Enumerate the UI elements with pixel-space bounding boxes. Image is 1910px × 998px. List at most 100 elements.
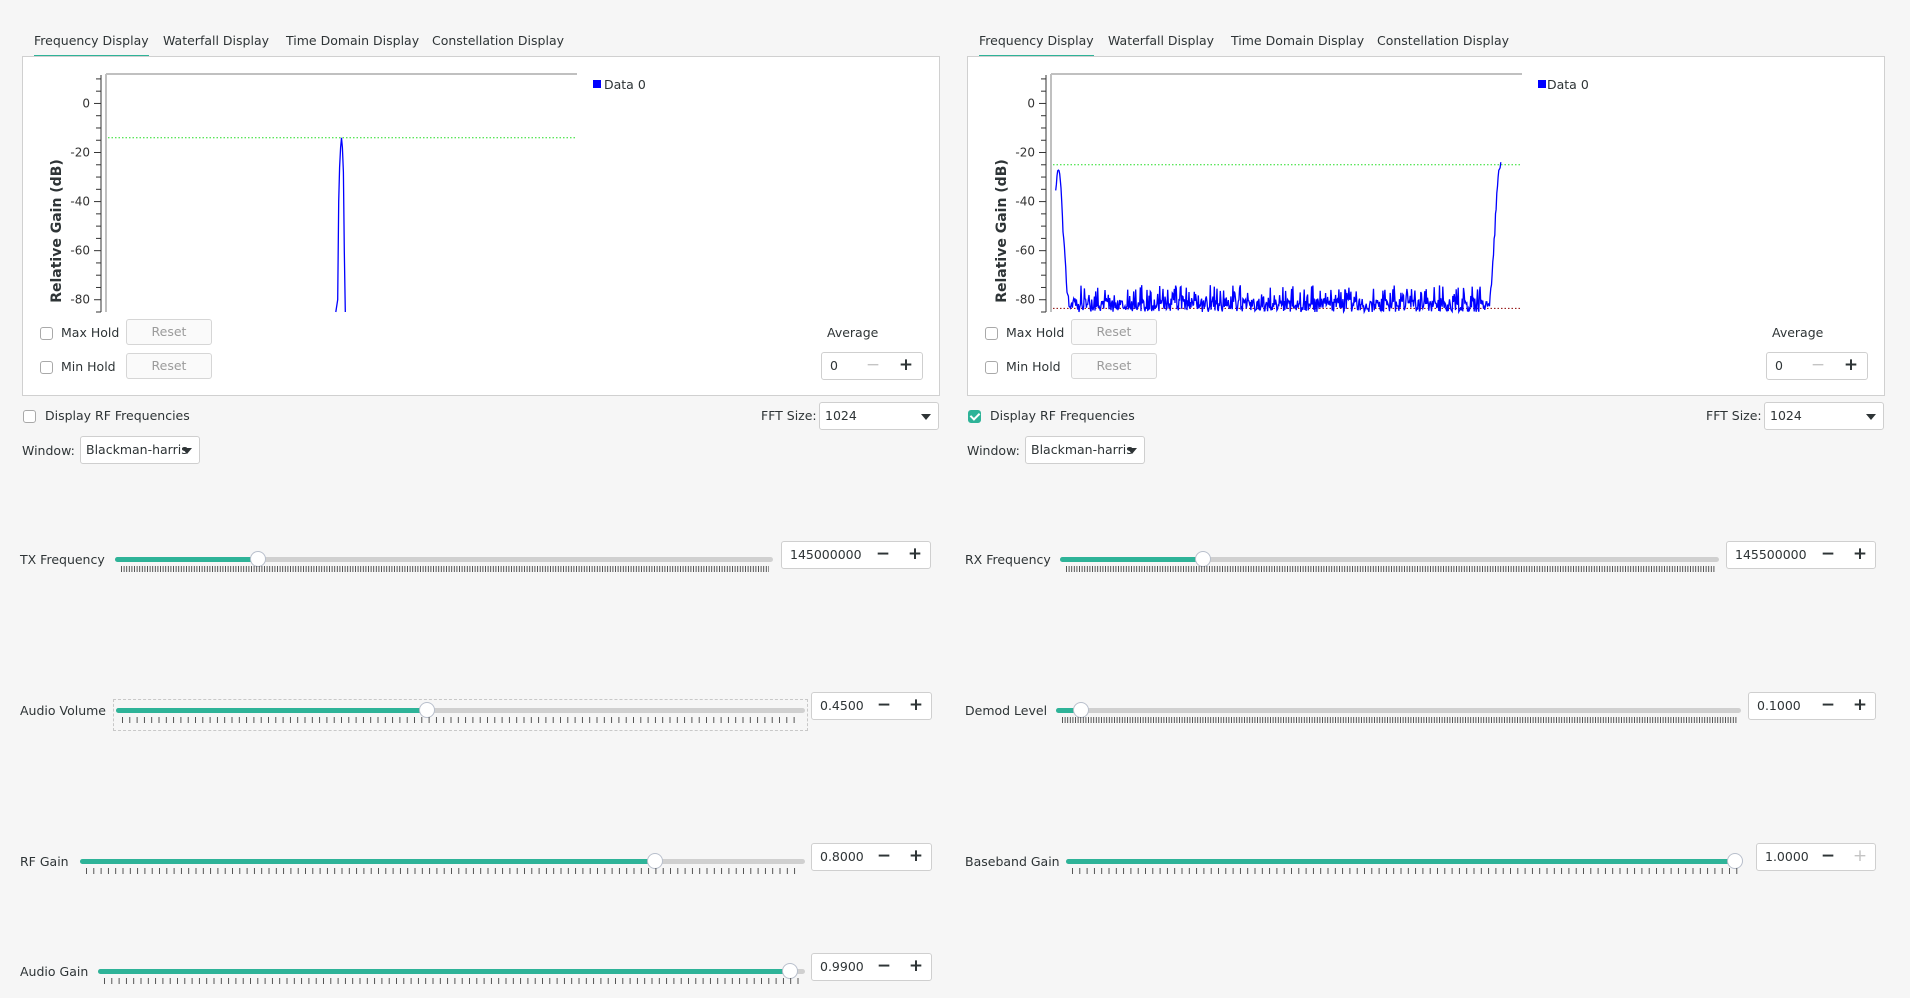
rx-frequency-slider[interactable] xyxy=(1060,551,1719,577)
demod-level-decrement-icon[interactable]: − xyxy=(1817,693,1839,719)
slider-handle[interactable] xyxy=(782,963,799,979)
rx-fft-size-select[interactable]: 1024 xyxy=(1764,402,1884,430)
rx-frequency-decrement-icon[interactable]: − xyxy=(1817,542,1839,568)
tx-tab-frequency-display[interactable]: Frequency Display xyxy=(34,30,149,58)
rx-tab-frequency-display[interactable]: Frequency Display xyxy=(979,30,1094,58)
tx-fft-size-label: FFT Size: xyxy=(761,408,817,423)
rf-gain-spinbox[interactable]: 0.8000− + xyxy=(811,843,932,871)
audio-gain-increment-icon[interactable]: + xyxy=(905,954,927,980)
spectrum-trace-data-0 xyxy=(1055,162,1502,315)
audio-volume-increment-icon[interactable]: + xyxy=(905,693,927,719)
rx-display-rf-checkbox[interactable] xyxy=(968,410,981,423)
tx-max-hold-checkbox[interactable] xyxy=(40,327,53,340)
slider-handle[interactable] xyxy=(1195,551,1212,567)
y-tick-label: -40 xyxy=(1015,195,1035,209)
baseband-gain-increment-icon[interactable]: + xyxy=(1849,844,1871,870)
audio-gain-spinbox[interactable]: 0.9900− + xyxy=(811,953,932,981)
tx-tab-constellation-display[interactable]: Constellation Display xyxy=(432,30,564,55)
slider-fill xyxy=(98,969,791,974)
slider-handle[interactable] xyxy=(418,702,435,718)
tx-average-increment-icon[interactable]: + xyxy=(895,353,917,379)
rx-max-hold-reset-button[interactable]: Reset xyxy=(1071,319,1157,345)
y-tick-label: -60 xyxy=(70,244,90,258)
rx-window-value: Blackman-harris xyxy=(1031,442,1133,457)
rf-gain-slider[interactable] xyxy=(80,853,805,879)
rf-gain-decrement-icon[interactable]: − xyxy=(873,844,895,870)
audio-volume-value[interactable]: 0.4500 xyxy=(820,693,864,719)
audio-volume-decrement-icon[interactable]: − xyxy=(873,693,895,719)
tx-frequency-value[interactable]: 145000000 xyxy=(790,542,862,568)
baseband-gain-value[interactable]: 1.0000 xyxy=(1765,844,1809,870)
rx-min-hold-reset-button[interactable]: Reset xyxy=(1071,353,1157,379)
tx-tab-waterfall-display[interactable]: Waterfall Display xyxy=(163,30,269,55)
rx-max-hold-checkbox[interactable] xyxy=(985,327,998,340)
slider-handle[interactable] xyxy=(1072,702,1089,718)
tx-average-spinbox[interactable]: 0 − + xyxy=(821,352,923,380)
demod-level-value[interactable]: 0.1000 xyxy=(1757,693,1801,719)
audio-gain-value[interactable]: 0.9900 xyxy=(820,954,864,980)
slider-ticks xyxy=(104,978,799,984)
tx-display-rf-checkbox[interactable] xyxy=(23,410,36,423)
tx-frequency-label: TX Frequency xyxy=(20,552,105,567)
audio-volume-slider[interactable] xyxy=(113,699,808,731)
tx-frequency-slider[interactable] xyxy=(115,551,773,577)
rx-frequency-increment-icon[interactable]: + xyxy=(1849,542,1871,568)
y-tick-label: 0 xyxy=(1027,96,1035,110)
rx-tab-waterfall-display[interactable]: Waterfall Display xyxy=(1108,30,1214,55)
tx-average-label: Average xyxy=(827,325,879,340)
rx-frequency-label: RX Frequency xyxy=(965,552,1051,567)
tx-frequency-decrement-icon[interactable]: − xyxy=(872,542,894,568)
tx-average-decrement-icon[interactable]: − xyxy=(862,353,884,379)
rx-min-hold-label: Min Hold xyxy=(1006,359,1061,374)
rx-window-select[interactable]: Blackman-harris xyxy=(1025,436,1145,464)
tx-min-hold-reset-button[interactable]: Reset xyxy=(126,353,212,379)
rx-min-hold-checkbox[interactable] xyxy=(985,361,998,374)
chevron-down-icon xyxy=(1866,414,1876,420)
tx-frequency-increment-icon[interactable]: + xyxy=(904,542,926,568)
demod-level-spinbox[interactable]: 0.1000− + xyxy=(1748,692,1876,720)
rx-average-value[interactable]: 0 xyxy=(1775,353,1783,379)
rf-gain-increment-icon[interactable]: + xyxy=(905,844,927,870)
demod-level-slider[interactable] xyxy=(1056,702,1741,728)
tx-frequency-spinbox[interactable]: 145000000− + xyxy=(781,541,931,569)
rx-frequency-value[interactable]: 145500000 xyxy=(1735,542,1807,568)
rf-gain-label: RF Gain xyxy=(20,854,69,869)
audio-gain-decrement-icon[interactable]: − xyxy=(873,954,895,980)
rx-tab-constellation-display[interactable]: Constellation Display xyxy=(1377,30,1509,55)
baseband-gain-spinbox[interactable]: 1.0000− + xyxy=(1756,843,1876,871)
rx-average-decrement-icon[interactable]: − xyxy=(1807,353,1829,379)
rx-average-spinbox[interactable]: 0 − + xyxy=(1766,352,1868,380)
tx-tab-time-domain-display[interactable]: Time Domain Display xyxy=(286,30,419,55)
slider-ticks xyxy=(1066,566,1715,572)
tx-average-value[interactable]: 0 xyxy=(830,353,838,379)
slider-handle[interactable] xyxy=(249,551,266,567)
rx-average-increment-icon[interactable]: + xyxy=(1840,353,1862,379)
rf-gain-value[interactable]: 0.8000 xyxy=(820,844,864,870)
tx-fft-size-select[interactable]: 1024 xyxy=(819,402,939,430)
y-tick-label: 0 xyxy=(82,96,90,110)
audio-volume-spinbox[interactable]: 0.4500− + xyxy=(811,692,932,720)
audio-gain-label: Audio Gain xyxy=(20,964,89,979)
rx-max-hold-label: Max Hold xyxy=(1006,325,1065,340)
tx-fft-size-value: 1024 xyxy=(825,408,857,423)
tx-min-hold-checkbox[interactable] xyxy=(40,361,53,374)
baseband-gain-slider[interactable] xyxy=(1066,853,1743,879)
audio-volume-label: Audio Volume xyxy=(20,703,106,718)
slider-fill xyxy=(1066,859,1735,864)
tx-window-value: Blackman-harris xyxy=(86,442,188,457)
rx-tab-time-domain-display[interactable]: Time Domain Display xyxy=(1231,30,1364,55)
audio-gain-slider[interactable] xyxy=(98,963,805,989)
baseband-gain-decrement-icon[interactable]: − xyxy=(1817,844,1839,870)
slider-track[interactable] xyxy=(1056,708,1741,713)
slider-handle[interactable] xyxy=(647,853,664,869)
demod-level-increment-icon[interactable]: + xyxy=(1849,693,1871,719)
rx-display-rf-label: Display RF Frequencies xyxy=(990,408,1135,423)
slider-handle[interactable] xyxy=(1727,853,1743,869)
rx-frequency-spinbox[interactable]: 145500000− + xyxy=(1726,541,1876,569)
y-tick-label: -40 xyxy=(70,195,90,209)
tx-window-select[interactable]: Blackman-harris xyxy=(80,436,200,464)
tx-max-hold-label: Max Hold xyxy=(61,325,120,340)
tx-max-hold-reset-button[interactable]: Reset xyxy=(126,319,212,345)
rx-window-label: Window: xyxy=(967,443,1020,458)
baseband-gain-label: Baseband Gain xyxy=(965,854,1060,869)
